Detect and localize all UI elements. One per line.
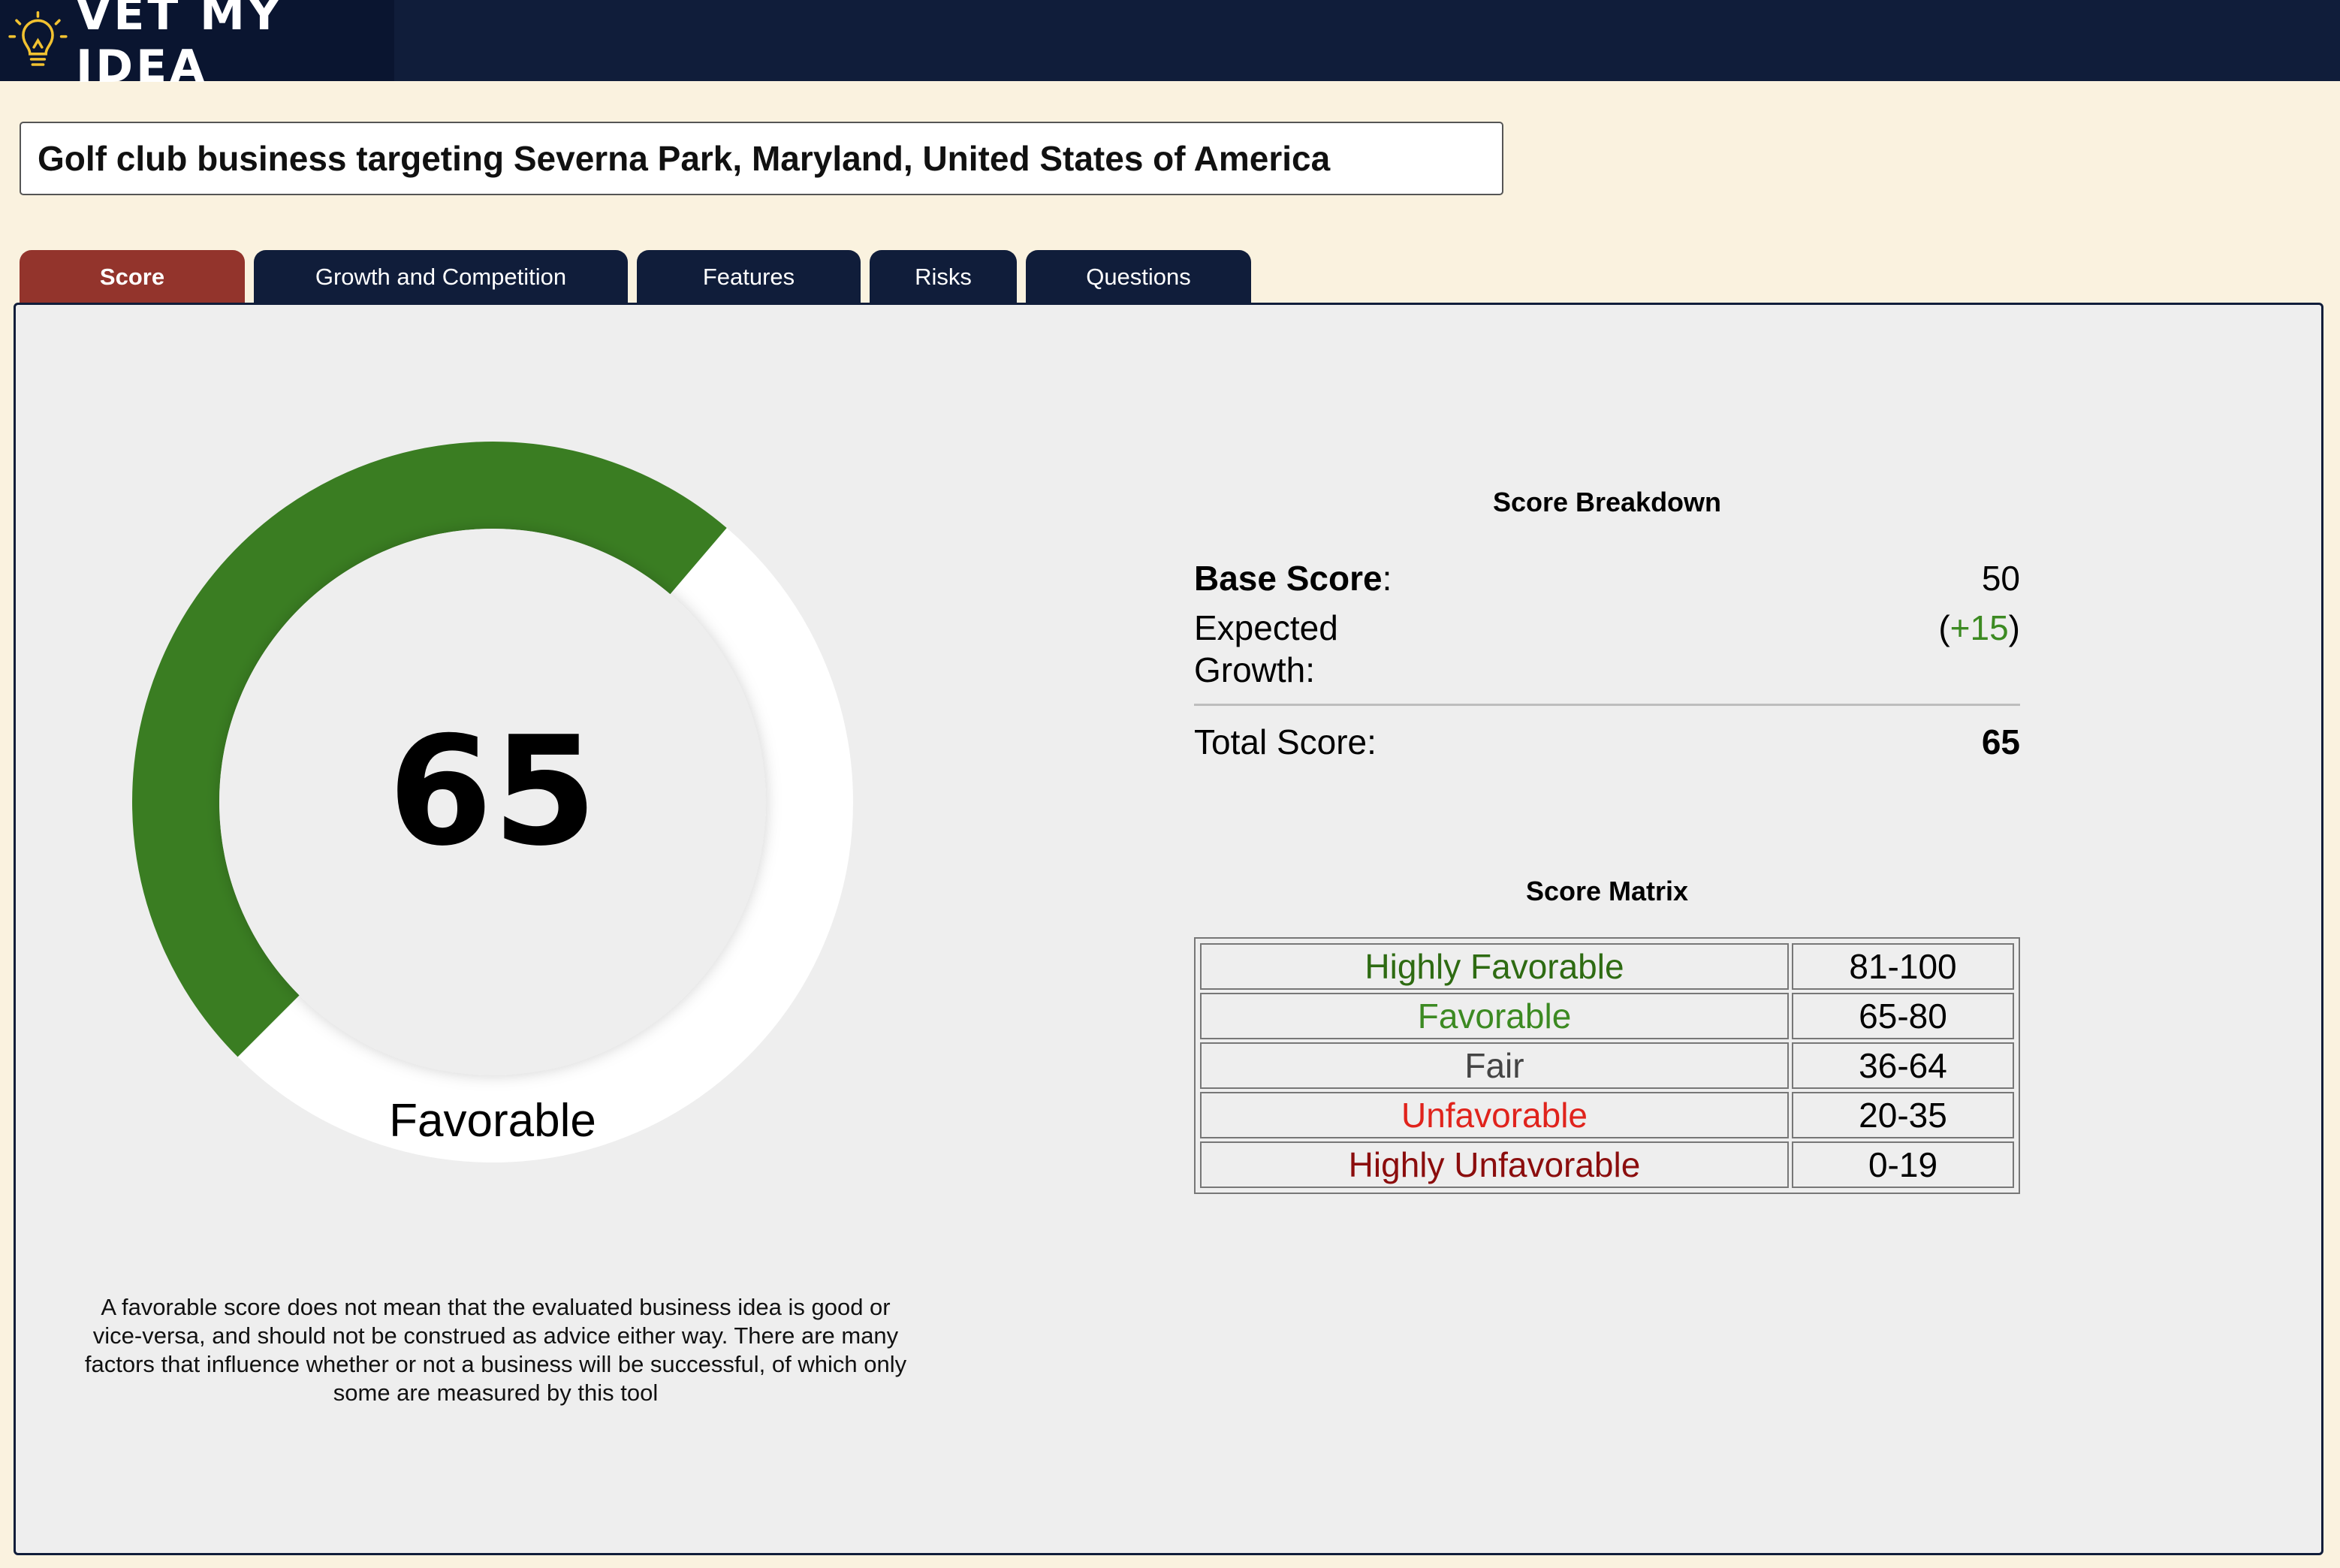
expected-growth-label: Expected Growth:	[1194, 607, 1338, 691]
total-score-value: 65	[1981, 722, 2020, 761]
base-score-value: 50	[1981, 559, 2020, 598]
idea-title: Golf club business targeting Severna Par…	[20, 122, 1503, 195]
matrix-row: Fair 36-64	[1200, 1042, 2014, 1089]
growth-paren-open: (	[1938, 608, 1950, 647]
matrix-range: 20-35	[1792, 1092, 2014, 1138]
score-rating-label: Favorable	[389, 1095, 596, 1147]
matrix-range: 65-80	[1792, 993, 2014, 1039]
app-header: VET MY IDEA	[0, 0, 2340, 93]
total-score-label: Total Score:	[1194, 722, 1377, 761]
base-score-label: Base Score	[1194, 559, 1383, 598]
tab-features[interactable]: Features	[637, 250, 861, 304]
breakdown-divider	[1194, 704, 2020, 706]
tab-risks[interactable]: Risks	[870, 250, 1017, 304]
lightbulb-icon	[8, 11, 68, 66]
score-matrix-table: Highly Favorable 81-100 Favorable 65-80 …	[1194, 937, 2020, 1194]
matrix-row: Favorable 65-80	[1200, 993, 2014, 1039]
score-disclaimer: A favorable score does not mean that the…	[84, 1294, 907, 1406]
growth-paren-close: )	[2008, 608, 2020, 647]
score-breakdown-title: Score Breakdown	[1492, 487, 1722, 517]
matrix-category: Highly Favorable	[1200, 943, 1789, 990]
app-title: VET MY IDEA	[75, 0, 284, 93]
base-score-colon: :	[1382, 559, 1392, 598]
tab-score[interactable]: Score	[20, 250, 245, 304]
matrix-range: 81-100	[1792, 943, 2014, 990]
app-logo[interactable]: VET MY IDEA	[0, 0, 394, 93]
growth-delta: +15	[1949, 608, 2009, 647]
matrix-category: Fair	[1200, 1042, 1789, 1089]
matrix-row: Unfavorable 20-35	[1200, 1092, 2014, 1138]
score-value: 65	[387, 704, 598, 879]
expected-growth-value: (+15)	[1938, 607, 2020, 649]
expected-growth-label-line1: Expected	[1194, 608, 1338, 647]
matrix-row: Highly Favorable 81-100	[1200, 943, 2014, 990]
matrix-range: 36-64	[1792, 1042, 2014, 1089]
matrix-row: Highly Unfavorable 0-19	[1200, 1141, 2014, 1188]
matrix-category: Favorable	[1200, 993, 1789, 1039]
base-score-label-wrap: Base Score:	[1194, 557, 1392, 599]
expected-growth-row: Expected Growth: (+15)	[1194, 607, 2020, 697]
matrix-category: Unfavorable	[1200, 1092, 1789, 1138]
matrix-category: Highly Unfavorable	[1200, 1141, 1789, 1188]
tab-questions[interactable]: Questions	[1026, 250, 1251, 304]
score-matrix-title: Score Matrix	[1525, 876, 1689, 906]
matrix-range: 0-19	[1792, 1141, 2014, 1188]
expected-growth-label-line2: Growth:	[1194, 650, 1316, 689]
tab-growth-and-competition[interactable]: Growth and Competition	[254, 250, 628, 304]
